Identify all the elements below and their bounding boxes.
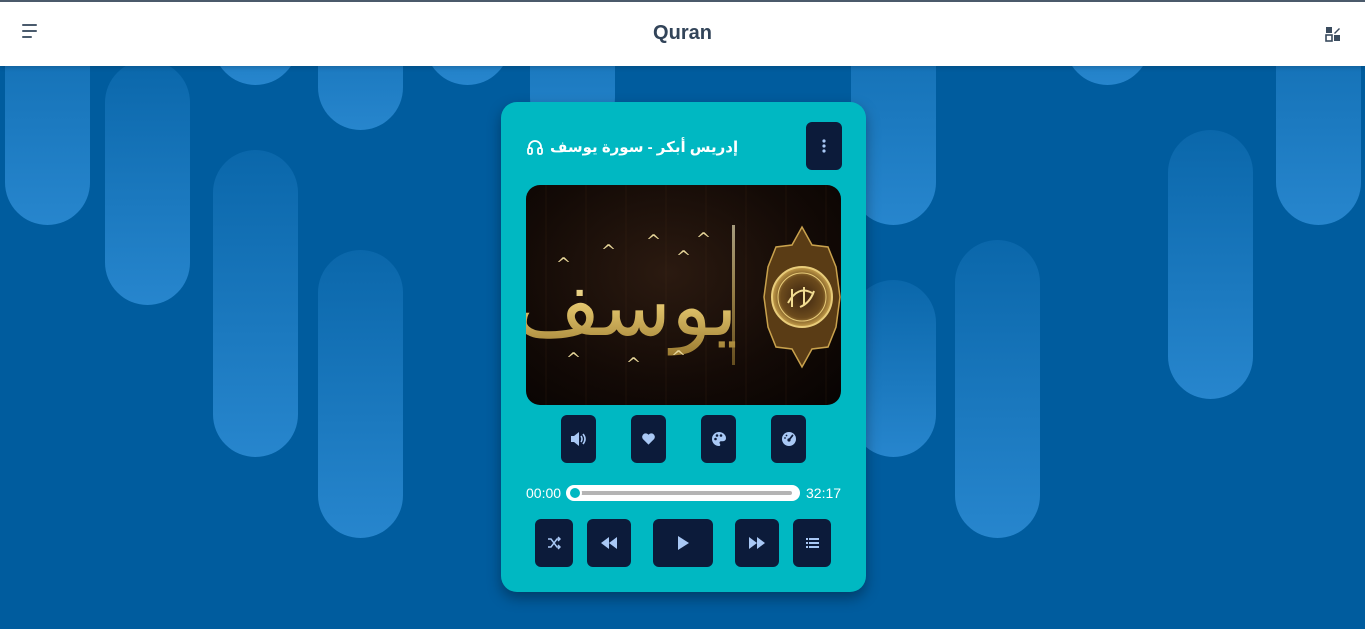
speed-icon — [781, 432, 796, 446]
svg-text:^: ^ — [601, 241, 616, 262]
seek-thumb[interactable] — [568, 486, 582, 500]
track-heading: إدريس أبكر - سورة يوسف — [526, 136, 738, 158]
svg-text:^: ^ — [626, 354, 641, 375]
duration: 32:17 — [806, 485, 842, 501]
audio-player-card: إدريس أبكر - سورة يوسف يوسف ^ ^ ^ ^ ^ ^ … — [501, 102, 866, 592]
palette-icon — [711, 432, 726, 446]
playlist-button[interactable] — [793, 519, 831, 567]
theme-toggle-icon[interactable] — [1325, 26, 1341, 42]
volume-button[interactable] — [561, 415, 596, 463]
play-icon — [678, 536, 689, 550]
rewind-button[interactable] — [587, 519, 631, 567]
fast-forward-icon — [749, 537, 765, 549]
track-title: إدريس أبكر - سورة يوسف — [550, 139, 739, 156]
shuffle-button[interactable] — [535, 519, 573, 567]
svg-text:^: ^ — [566, 349, 581, 370]
volume-icon — [570, 432, 586, 446]
play-button[interactable] — [653, 519, 713, 567]
fast-forward-button[interactable] — [735, 519, 779, 567]
more-vertical-icon — [822, 139, 826, 153]
svg-text:^: ^ — [671, 347, 686, 368]
headphones-icon — [527, 140, 543, 155]
svg-text:^: ^ — [676, 247, 691, 268]
current-time: 00:00 — [526, 485, 562, 501]
playlist-icon — [805, 538, 819, 548]
favorite-icon — [642, 433, 655, 445]
cover-art: يوسف ^ ^ ^ ^ ^ ^ ^ ^ — [526, 185, 841, 405]
seek-track — [574, 491, 792, 495]
app-title: Quran — [653, 22, 712, 44]
rewind-icon — [601, 537, 617, 549]
more-options-button[interactable] — [806, 122, 842, 170]
svg-text:^: ^ — [696, 229, 711, 250]
shuffle-icon — [548, 536, 561, 550]
seek-slider[interactable] — [566, 485, 800, 501]
favorite-button[interactable] — [631, 415, 666, 463]
top-app-bar: Quran — [0, 0, 1365, 66]
palette-button[interactable] — [701, 415, 736, 463]
svg-text:^: ^ — [556, 254, 571, 275]
speed-button[interactable] — [771, 415, 806, 463]
svg-text:^: ^ — [646, 231, 661, 252]
